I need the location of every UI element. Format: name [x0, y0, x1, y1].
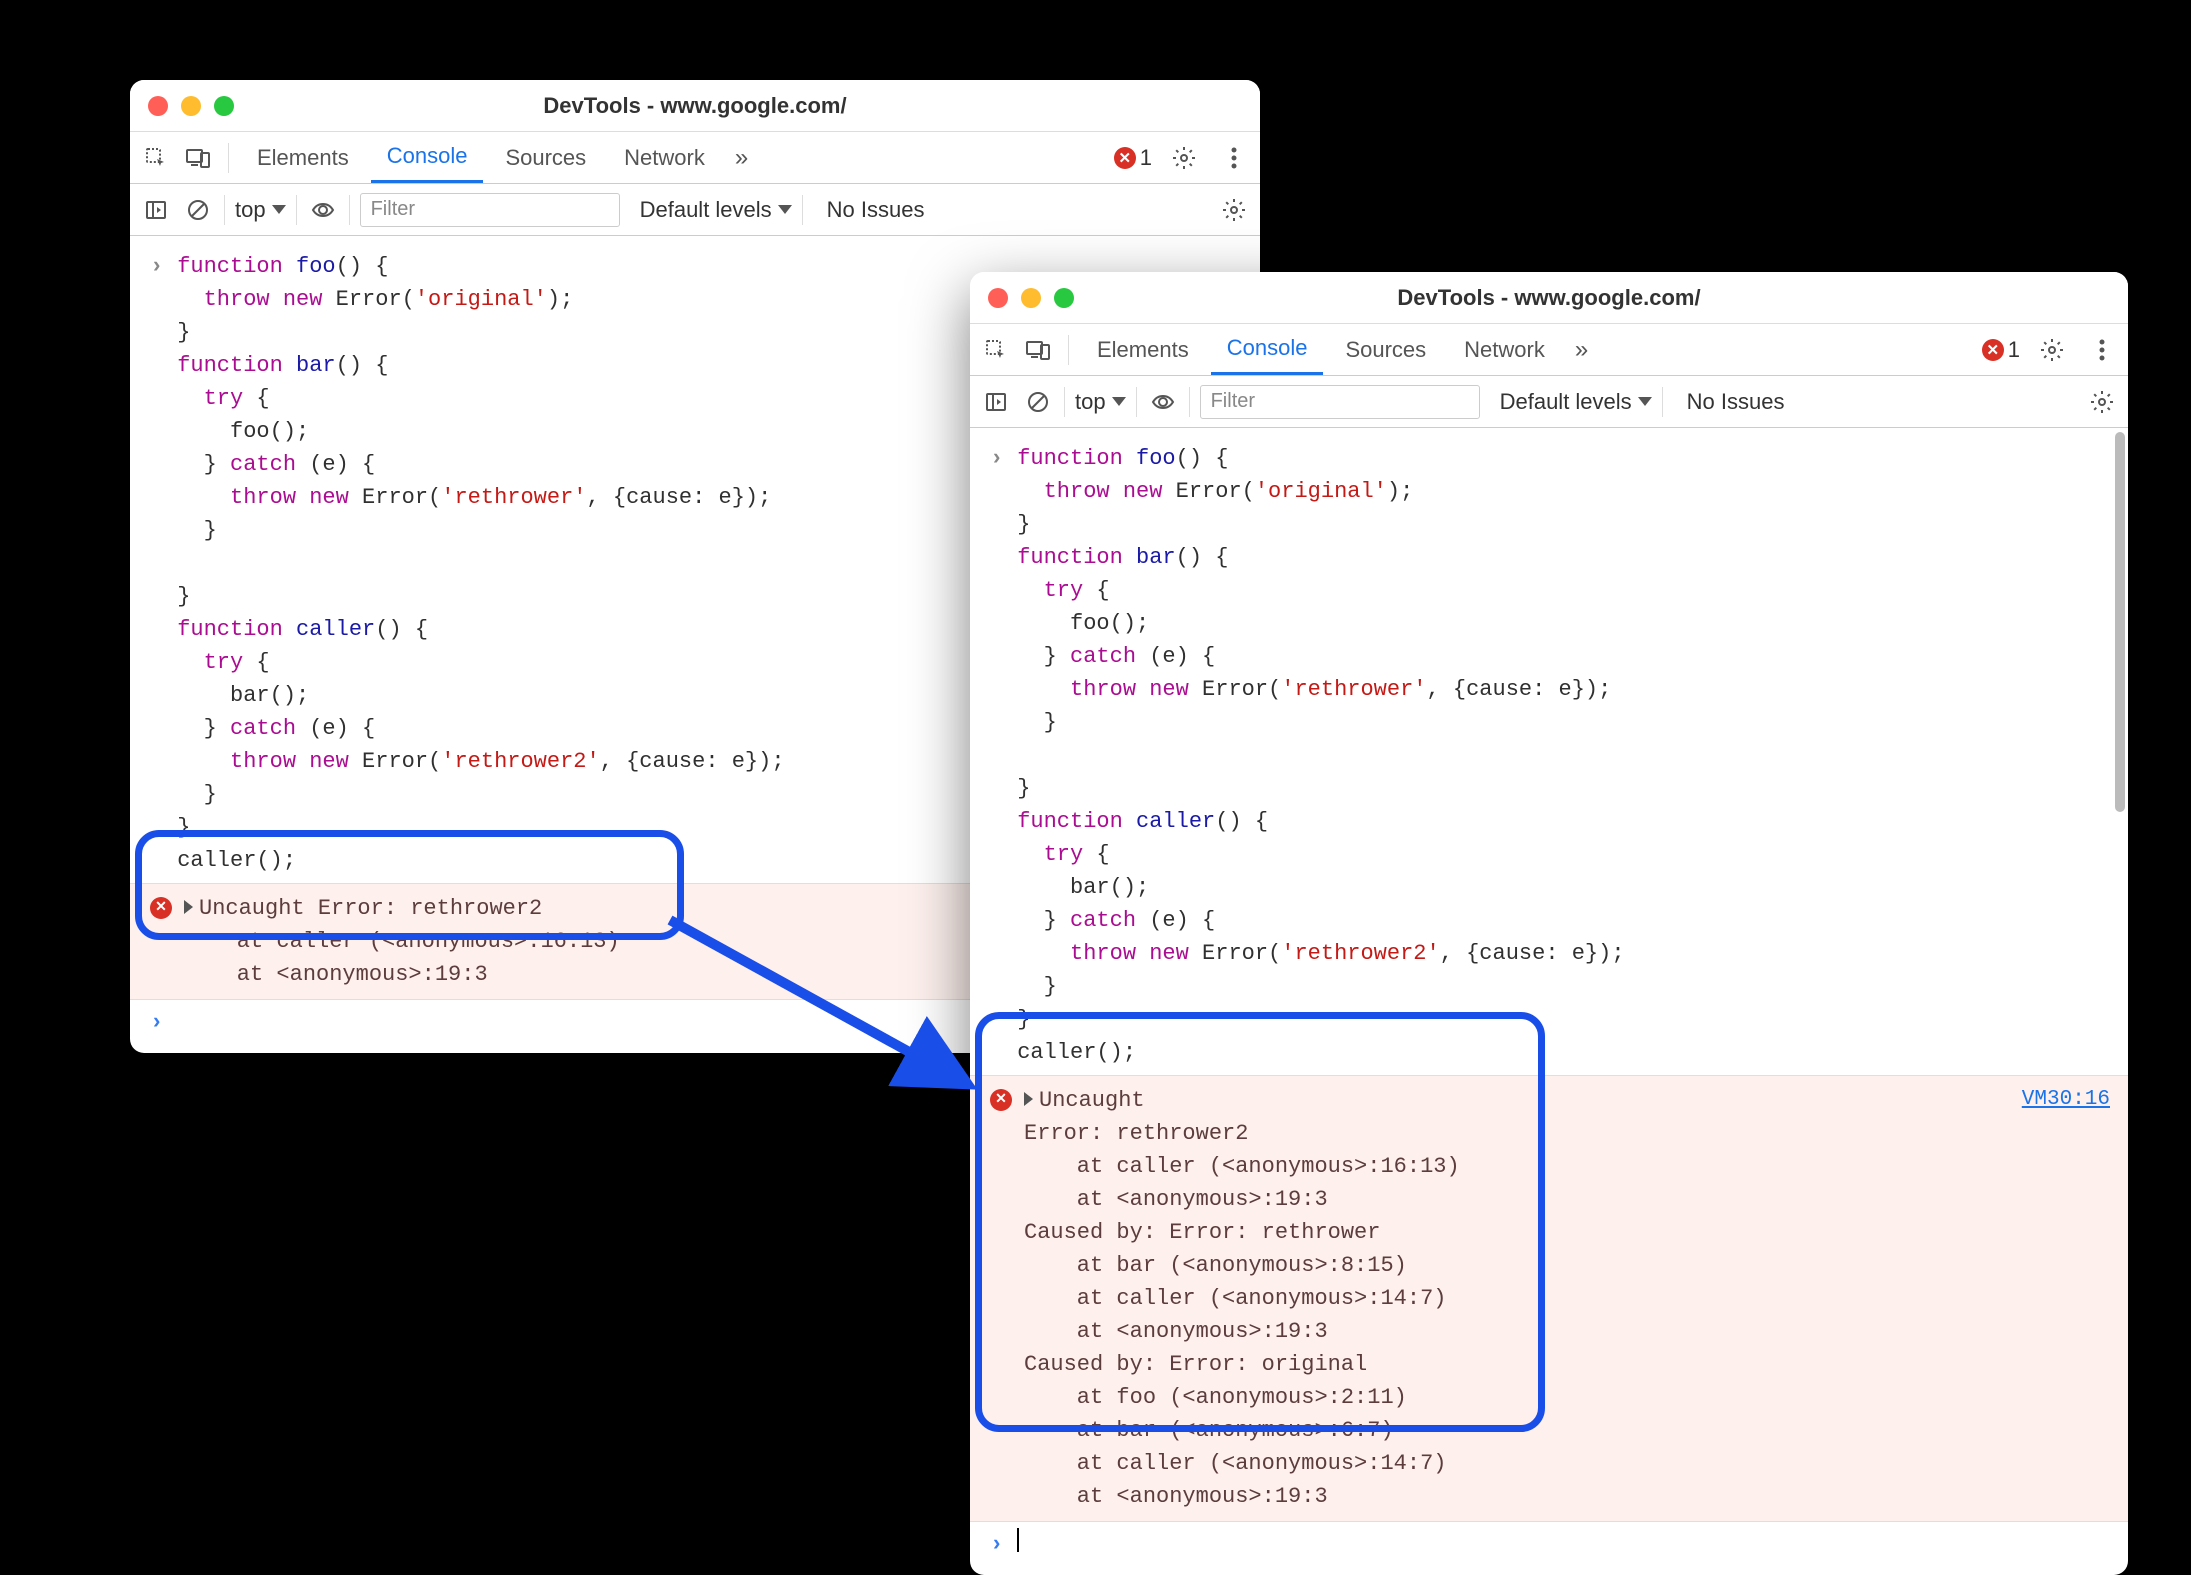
- source-link[interactable]: VM30:16: [2022, 1084, 2110, 1116]
- console-toolbar: top Default levels No Issues: [970, 376, 2128, 428]
- traffic-lights: [988, 288, 1074, 308]
- chevron-right-icon: ›: [990, 442, 1003, 1069]
- log-levels-selector[interactable]: Default levels: [1500, 389, 1652, 415]
- chevron-down-icon: [1112, 397, 1126, 406]
- device-toolbar-icon[interactable]: [1020, 332, 1056, 368]
- maximize-window-button[interactable]: [1054, 288, 1074, 308]
- inspect-element-icon[interactable]: [978, 332, 1014, 368]
- text-cursor: [1017, 1528, 1019, 1552]
- settings-gear-icon[interactable]: [1166, 140, 1202, 176]
- tab-network[interactable]: Network: [608, 132, 721, 183]
- chevron-right-icon: ›: [150, 250, 163, 877]
- code-block: function foo() { throw new Error('origin…: [177, 250, 784, 877]
- close-window-button[interactable]: [148, 96, 168, 116]
- log-levels-selector[interactable]: Default levels: [640, 197, 792, 223]
- console-settings-gear-icon[interactable]: [1218, 194, 1250, 226]
- tab-elements[interactable]: Elements: [1081, 324, 1205, 375]
- live-expression-icon[interactable]: [307, 194, 339, 226]
- devtools-tabbar: Elements Console Sources Network » ✕ 1: [130, 132, 1260, 184]
- error-icon: ✕: [1114, 147, 1136, 169]
- separator: [1662, 387, 1663, 417]
- separator: [1064, 387, 1065, 417]
- clear-console-icon[interactable]: [1022, 386, 1054, 418]
- sidebar-toggle-icon[interactable]: [980, 386, 1012, 418]
- separator: [224, 195, 225, 225]
- error-icon: ✕: [1982, 339, 2004, 361]
- titlebar: DevTools - www.google.com/: [970, 272, 2128, 324]
- chevron-down-icon: [778, 205, 792, 214]
- separator: [349, 195, 350, 225]
- tab-network[interactable]: Network: [1448, 324, 1561, 375]
- traffic-lights: [148, 96, 234, 116]
- console-input-echo: › function foo() { throw new Error('orig…: [970, 436, 2128, 1075]
- tab-elements[interactable]: Elements: [241, 132, 365, 183]
- close-window-button[interactable]: [988, 288, 1008, 308]
- more-tabs-icon[interactable]: »: [727, 144, 756, 172]
- error-count-badge[interactable]: ✕ 1: [1982, 337, 2020, 363]
- clear-console-icon[interactable]: [182, 194, 214, 226]
- error-icon: ✕: [150, 897, 172, 919]
- kebab-menu-icon[interactable]: [1216, 140, 1252, 176]
- scrollbar[interactable]: [2115, 432, 2125, 812]
- more-tabs-icon[interactable]: »: [1567, 336, 1596, 364]
- filter-input[interactable]: [360, 193, 620, 227]
- console-toolbar: top Default levels No Issues: [130, 184, 1260, 236]
- sidebar-toggle-icon[interactable]: [140, 194, 172, 226]
- separator: [1189, 387, 1190, 417]
- error-text: Uncaught Error: rethrower2 at caller (<a…: [184, 892, 620, 991]
- error-icon: ✕: [990, 1089, 1012, 1111]
- minimize-window-button[interactable]: [1021, 288, 1041, 308]
- live-expression-icon[interactable]: [1147, 386, 1179, 418]
- separator: [296, 195, 297, 225]
- tab-console[interactable]: Console: [1211, 324, 1324, 375]
- window-title: DevTools - www.google.com/: [130, 93, 1260, 119]
- chevron-right-icon: ›: [990, 1528, 1003, 1561]
- issues-label[interactable]: No Issues: [1687, 389, 1785, 415]
- chevron-right-icon: ›: [150, 1006, 163, 1039]
- titlebar: DevTools - www.google.com/: [130, 80, 1260, 132]
- filter-input[interactable]: [1200, 385, 1480, 419]
- kebab-menu-icon[interactable]: [2084, 332, 2120, 368]
- device-toolbar-icon[interactable]: [180, 140, 216, 176]
- separator: [802, 195, 803, 225]
- settings-gear-icon[interactable]: [2034, 332, 2070, 368]
- inspect-element-icon[interactable]: [138, 140, 174, 176]
- devtools-window-2: DevTools - www.google.com/ Elements Cons…: [970, 272, 2128, 1575]
- chevron-down-icon: [1638, 397, 1652, 406]
- tab-sources[interactable]: Sources: [1329, 324, 1442, 375]
- console-prompt-row[interactable]: ›: [970, 1522, 2128, 1567]
- issues-label[interactable]: No Issues: [827, 197, 925, 223]
- chevron-down-icon: [272, 205, 286, 214]
- error-count-badge[interactable]: ✕ 1: [1114, 145, 1152, 171]
- error-message-row: ✕ Uncaught Error: rethrower2 at caller (…: [970, 1075, 2128, 1522]
- maximize-window-button[interactable]: [214, 96, 234, 116]
- console-messages: › function foo() { throw new Error('orig…: [970, 428, 2128, 1575]
- context-selector[interactable]: top: [1075, 389, 1126, 415]
- devtools-tabbar: Elements Console Sources Network » ✕ 1: [970, 324, 2128, 376]
- tab-sources[interactable]: Sources: [489, 132, 602, 183]
- separator: [1136, 387, 1137, 417]
- separator: [228, 143, 229, 173]
- error-text: Uncaught Error: rethrower2 at caller (<a…: [1024, 1084, 1460, 1513]
- disclosure-triangle-icon[interactable]: [1024, 1092, 1033, 1106]
- separator: [1068, 335, 1069, 365]
- disclosure-triangle-icon[interactable]: [184, 900, 193, 914]
- code-block: function foo() { throw new Error('origin…: [1017, 442, 1624, 1069]
- tab-console[interactable]: Console: [371, 132, 484, 183]
- minimize-window-button[interactable]: [181, 96, 201, 116]
- window-title: DevTools - www.google.com/: [970, 285, 2128, 311]
- context-selector[interactable]: top: [235, 197, 286, 223]
- console-settings-gear-icon[interactable]: [2086, 386, 2118, 418]
